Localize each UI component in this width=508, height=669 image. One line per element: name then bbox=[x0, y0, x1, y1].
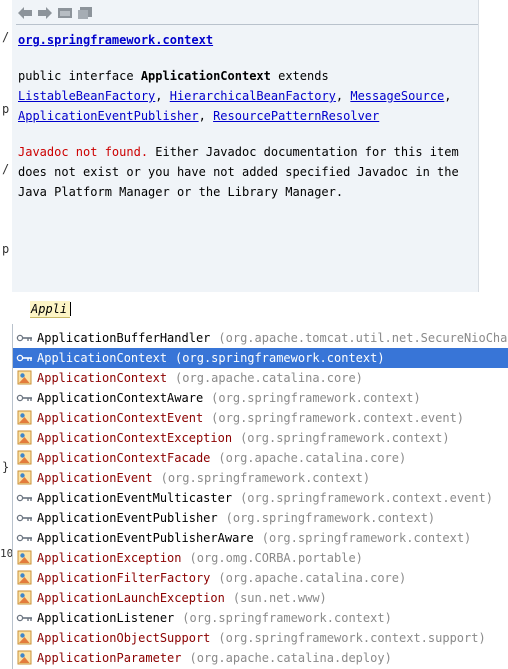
not-found-label: Javadoc not found. bbox=[18, 145, 149, 159]
completion-name: ApplicationEventPublisherAware bbox=[37, 531, 254, 545]
class-name: ApplicationContext bbox=[140, 69, 271, 83]
completion-package: (org.springframework.context) bbox=[175, 351, 385, 365]
supertype-link[interactable]: ListableBeanFactory bbox=[18, 89, 155, 103]
completion-item[interactable]: ApplicationEventPublisher (org.springfram… bbox=[13, 508, 508, 528]
completion-item[interactable]: ApplicationContext (org.springframework.c… bbox=[13, 348, 508, 368]
completion-name: ApplicationEventPublisher bbox=[37, 511, 218, 525]
gutter-mark: / bbox=[2, 162, 10, 176]
completion-name: ApplicationContextEvent bbox=[37, 411, 204, 425]
completion-item[interactable]: ApplicationParameter (org.apache.catalina… bbox=[13, 648, 508, 668]
completion-package: (org.springframework.context.event) bbox=[211, 411, 465, 425]
text-caret bbox=[70, 302, 71, 316]
class-icon bbox=[16, 410, 34, 426]
completion-package: (org.apache.catalina.core) bbox=[175, 371, 363, 385]
completion-name: ApplicationEventMulticaster bbox=[37, 491, 233, 505]
completion-name: ApplicationContextFacade bbox=[37, 451, 211, 465]
completion-package: (org.apache.catalina.deploy) bbox=[189, 651, 392, 665]
completion-item[interactable]: ApplicationListener (org.springframework.… bbox=[13, 608, 508, 628]
completion-name: ApplicationContext bbox=[37, 351, 168, 365]
javadoc-content: org.springframework.context public inter… bbox=[18, 30, 472, 202]
supertype-link[interactable]: ResourcePatternResolver bbox=[213, 109, 379, 123]
back-arrow-icon[interactable] bbox=[16, 4, 34, 22]
completion-package: (org.springframework.context) bbox=[182, 611, 392, 625]
class-icon bbox=[16, 650, 34, 666]
interface-icon bbox=[16, 610, 34, 626]
completion-name: ApplicationParameter bbox=[37, 651, 182, 665]
completion-name: ApplicationEvent bbox=[37, 471, 153, 485]
class-icon bbox=[16, 430, 34, 446]
completion-name: ApplicationFilterFactory bbox=[37, 571, 211, 585]
class-icon bbox=[16, 570, 34, 586]
completion-item[interactable]: ApplicationEvent (org.springframework.con… bbox=[13, 468, 508, 488]
completion-package: (org.springframework.context) bbox=[211, 391, 421, 405]
class-icon bbox=[16, 450, 34, 466]
completion-item[interactable]: ApplicationContextFacade (org.apache.cata… bbox=[13, 448, 508, 468]
interface-icon bbox=[16, 510, 34, 526]
completion-item[interactable]: ApplicationLaunchException (sun.net.www) bbox=[13, 588, 508, 608]
editor-gutter: / p / p } 10 bbox=[0, 0, 13, 669]
gutter-mark: / bbox=[2, 30, 10, 44]
completion-package: (sun.net.www) bbox=[232, 591, 327, 605]
interface-icon bbox=[16, 330, 34, 346]
toolbar-divider bbox=[16, 24, 478, 25]
completion-item[interactable]: ApplicationFilterFactory (org.apache.cata… bbox=[13, 568, 508, 588]
gutter-mark: p bbox=[2, 102, 10, 116]
completion-name: ApplicationObjectSupport bbox=[37, 631, 211, 645]
completion-name: ApplicationLaunchException bbox=[37, 591, 225, 605]
completion-package: (org.apache.catalina.core) bbox=[218, 451, 407, 465]
class-icon bbox=[16, 370, 34, 386]
class-icon bbox=[16, 550, 34, 566]
completion-name: ApplicationException bbox=[37, 551, 182, 565]
interface-icon bbox=[16, 490, 34, 506]
completion-item[interactable]: ApplicationContextEvent (org.springframew… bbox=[13, 408, 508, 428]
supertype-link[interactable]: HierarchicalBeanFactory bbox=[170, 89, 336, 103]
completion-name: ApplicationContextAware bbox=[37, 391, 204, 405]
open-source-icon[interactable] bbox=[76, 4, 94, 22]
typed-prefix-field[interactable]: Appli bbox=[30, 301, 71, 318]
javadoc-toolbar bbox=[16, 4, 94, 22]
forward-arrow-icon[interactable] bbox=[36, 4, 54, 22]
interface-icon bbox=[16, 350, 34, 366]
completion-item[interactable]: ApplicationContextAware (org.springframew… bbox=[13, 388, 508, 408]
code-completion-list[interactable]: ApplicationBufferHandler (org.apache.tomc… bbox=[12, 324, 508, 669]
completion-package: (org.springframework.context) bbox=[160, 471, 371, 485]
class-icon bbox=[16, 630, 34, 646]
completion-name: ApplicationContext bbox=[37, 371, 168, 385]
declaration-line: public interface ApplicationContext exte… bbox=[18, 69, 329, 83]
completion-package: (org.springframework.context) bbox=[240, 431, 450, 445]
javadoc-message: Javadoc not found. Either Javadoc docume… bbox=[18, 145, 459, 159]
javadoc-popup: org.springframework.context public inter… bbox=[12, 0, 479, 292]
completion-package: (org.apache.tomcat.util.net.SecureNioCha… bbox=[218, 331, 508, 345]
gutter-mark: } bbox=[2, 460, 10, 474]
supertype-link[interactable]: MessageSource bbox=[350, 89, 444, 103]
completion-package: (org.springframework.context.support) bbox=[218, 631, 486, 645]
class-icon bbox=[16, 590, 34, 606]
completion-filter-area: Appli bbox=[12, 292, 478, 320]
completion-item[interactable]: ApplicationContext (org.apache.catalina.c… bbox=[13, 368, 508, 388]
completion-item[interactable]: ApplicationBufferHandler (org.apache.tomc… bbox=[13, 328, 508, 348]
completion-package: (org.omg.CORBA.portable) bbox=[189, 551, 363, 565]
completion-package: (org.springframework.context) bbox=[261, 531, 472, 545]
class-icon bbox=[16, 470, 34, 486]
completion-name: ApplicationContextException bbox=[37, 431, 233, 445]
interface-icon bbox=[16, 390, 34, 406]
package-link[interactable]: org.springframework.context bbox=[18, 33, 213, 47]
completion-item[interactable]: ApplicationObjectSupport (org.springframe… bbox=[13, 628, 508, 648]
completion-item[interactable]: ApplicationContextException (org.springfr… bbox=[13, 428, 508, 448]
completion-item[interactable]: ApplicationEventPublisherAware (org.sprin… bbox=[13, 528, 508, 548]
open-in-browser-icon[interactable] bbox=[56, 4, 74, 22]
javadoc-message-line: Java Platform Manager or the Library Man… bbox=[18, 185, 344, 199]
completion-item[interactable]: ApplicationEventMulticaster (org.springfr… bbox=[13, 488, 508, 508]
completion-name: ApplicationBufferHandler bbox=[37, 331, 211, 345]
supertype-link[interactable]: ApplicationEventPublisher bbox=[18, 109, 199, 123]
completion-item[interactable]: ApplicationException (org.omg.CORBA.porta… bbox=[13, 548, 508, 568]
completion-package: (org.apache.catalina.core) bbox=[218, 571, 407, 585]
javadoc-message-line: does not exist or you have not added spe… bbox=[18, 165, 459, 179]
gutter-mark: p bbox=[2, 242, 10, 256]
interface-icon bbox=[16, 530, 34, 546]
completion-package: (org.springframework.context) bbox=[225, 511, 436, 525]
completion-package: (org.springframework.context.event) bbox=[240, 491, 493, 505]
completion-name: ApplicationListener bbox=[37, 611, 175, 625]
